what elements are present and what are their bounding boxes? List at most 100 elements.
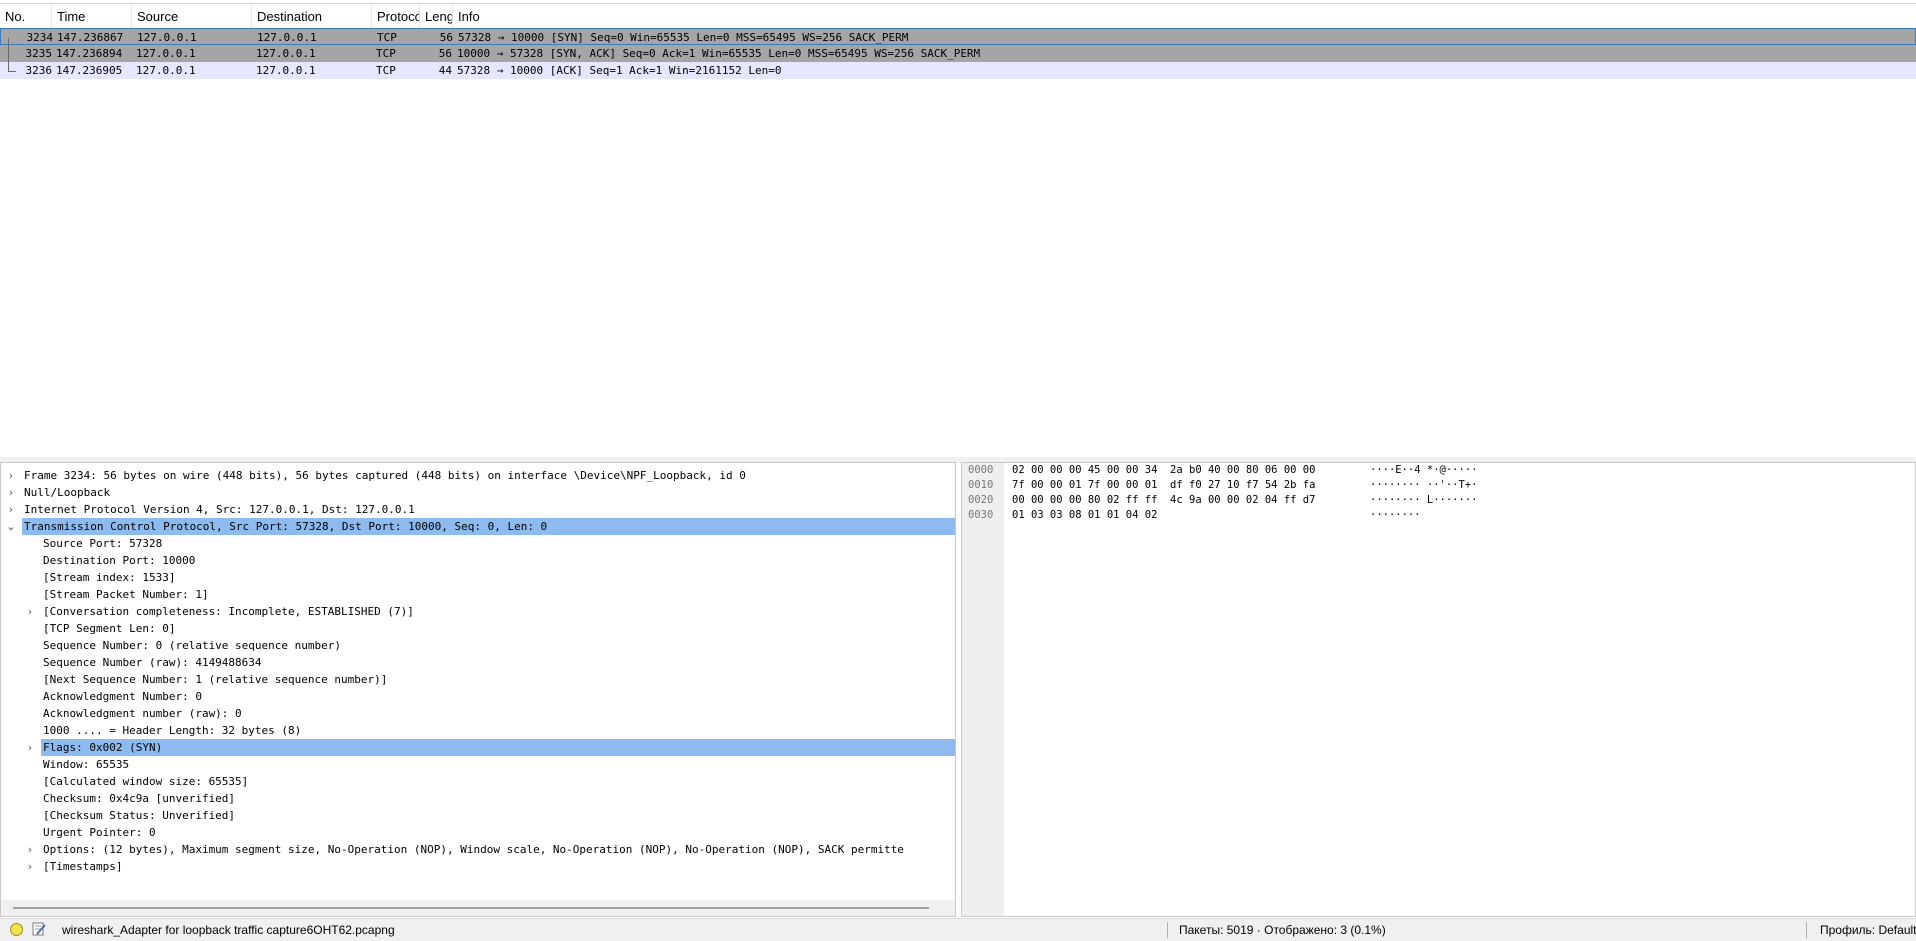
status-capture-file: wireshark_Adapter for loopback traffic c… [62,923,395,937]
detail-tree-item[interactable]: › Frame 3234: 56 bytes on wire (448 bits)… [1,467,955,484]
packet-protocol: TCP [376,64,396,77]
capture-comment-icon[interactable] [32,922,46,937]
packet-details-pane[interactable]: › Frame 3234: 56 bytes on wire (448 bits)… [0,462,956,917]
tree-collapsed-icon[interactable]: › [23,603,37,620]
detail-tree-label: Null/Loopback [24,486,111,499]
detail-tree-item[interactable]: [Stream Packet Number: 1] [1,586,955,603]
packet-length: 56 [438,47,452,60]
packet-length: 44 [438,64,452,77]
detail-tree-label: [Timestamps] [43,860,123,873]
related-packet-indicator [8,38,9,71]
column-header-destination[interactable]: Destination [252,4,372,30]
detail-tree-item[interactable]: Source Port: 57328 [1,535,955,552]
detail-tree-label: [Conversation completeness: Incomplete, … [43,605,414,618]
status-separator [1806,922,1807,938]
packet-time: 147.236867 [57,31,124,44]
bytes-row[interactable]: 0030 01 03 03 08 01 01 04 02 ········ [962,508,1902,523]
detail-tree-label: [Stream Packet Number: 1] [43,588,209,601]
packet-info: 10000 → 57328 [SYN, ACK] Seq=0 Ack=1 Win… [457,47,981,60]
packet-list-header: No. Time Source Destination Protocol Len… [0,3,1916,31]
detail-tree-item[interactable]: [TCP Segment Len: 0] [1,620,955,637]
expert-info-icon[interactable] [10,923,23,936]
bytes-row[interactable]: 0020 00 00 00 00 80 02 ff ff 4c 9a 00 00 … [962,493,1902,508]
detail-tree-item[interactable]: [Stream index: 1533] [1,569,955,586]
tree-collapsed-icon[interactable]: › [4,484,18,501]
detail-tree-label: Sequence Number: 0 (relative sequence nu… [43,639,342,652]
tree-collapsed-icon[interactable]: › [23,739,37,756]
detail-tree-item[interactable]: Urgent Pointer: 0 [1,824,955,841]
detail-tree-label: Flags: 0x002 (SYN) [41,739,955,756]
detail-tree-label: Destination Port: 10000 [43,554,196,567]
detail-tree-item[interactable]: 1000 .... = Header Length: 32 bytes (8) [1,722,955,739]
detail-tree-label: [TCP Segment Len: 0] [43,622,176,635]
tree-collapsed-icon[interactable]: › [4,467,18,484]
packet-row[interactable]: 3236 147.236905 127.0.0.1 127.0.0.1 TCP … [0,62,1916,79]
status-separator [1167,922,1168,938]
packet-list-pane[interactable]: No. Time Source Destination Protocol Len… [0,0,1916,458]
detail-tree-item[interactable]: [Next Sequence Number: 1 (relative seque… [1,671,955,688]
packet-time: 147.236894 [56,47,123,60]
tree-collapsed-icon[interactable]: › [23,858,37,875]
bytes-row[interactable]: 0000 02 00 00 00 45 00 00 34 2a b0 40 00 … [962,463,1902,478]
detail-tree-label: Internet Protocol Version 4, Src: 127.0.… [24,503,415,516]
detail-tree-item[interactable]: › [Conversation completeness: Incomplete,… [1,603,955,620]
detail-tree-item[interactable]: Destination Port: 10000 [1,552,955,569]
detail-tree-label: Options: (12 bytes), Maximum segment siz… [43,843,904,856]
detail-tree-label: Window: 65535 [43,758,130,771]
status-packet-count: Пакеты: 5019 · Отображено: 3 (0.1%) [1179,923,1386,937]
packet-destination: 127.0.0.1 [257,31,317,44]
packet-source: 127.0.0.1 [137,31,197,44]
tree-collapsed-icon[interactable]: › [4,501,18,518]
detail-tree-item[interactable]: › [Timestamps] [1,858,955,875]
bytes-offset: 0010 [968,479,994,491]
detail-tree-item[interactable]: [Checksum Status: Unverified] [1,807,955,824]
tree-expanded-icon[interactable]: ⌄ [4,518,18,535]
packet-no: 3234 [26,31,54,44]
details-horizontal-scrollbar[interactable] [1,900,955,916]
detail-tree-item[interactable]: › Null/Loopback [1,484,955,501]
detail-tree-label: Transmission Control Protocol, Src Port:… [22,518,955,535]
detail-tree-label: Acknowledgment Number: 0 [43,690,202,703]
detail-tree-item[interactable]: Checksum: 0x4c9a [unverified] [1,790,955,807]
detail-tree-item[interactable]: Sequence Number (raw): 4149488634 [1,654,955,671]
detail-tree-item[interactable]: › Internet Protocol Version 4, Src: 127.0… [1,501,955,518]
column-header-source[interactable]: Source [132,4,252,30]
detail-tree-label: Sequence Number (raw): 4149488634 [43,656,262,669]
packet-source: 127.0.0.1 [136,64,196,77]
detail-tree-item[interactable]: [Calculated window size: 65535] [1,773,955,790]
detail-tree-item[interactable]: Sequence Number: 0 (relative sequence nu… [1,637,955,654]
packet-protocol: TCP [377,31,397,44]
bytes-hex: 7f 00 00 01 7f 00 00 01 df f0 27 10 f7 5… [1012,479,1316,491]
detail-tree-item[interactable]: › Options: (12 bytes), Maximum segment si… [1,841,955,858]
bytes-row[interactable]: 0010 7f 00 00 01 7f 00 00 01 df f0 27 10 … [962,478,1902,493]
bytes-offset-gutter [962,463,1004,916]
packet-row[interactable]: 3235 147.236894 127.0.0.1 127.0.0.1 TCP … [0,45,1916,62]
packet-length: 56 [439,31,453,44]
scrollbar-thumb[interactable] [13,907,929,909]
detail-tree-item[interactable]: Window: 65535 [1,756,955,773]
detail-tree-label: Frame 3234: 56 bytes on wire (448 bits),… [24,469,746,482]
detail-tree-label: [Next Sequence Number: 1 (relative seque… [43,673,388,686]
detail-tree-item[interactable]: ⌄ Transmission Control Protocol, Src Port… [1,518,955,535]
detail-tree-item[interactable]: Acknowledgment Number: 0 [1,688,955,705]
bytes-offset: 0030 [968,509,994,521]
detail-tree-label: Checksum: 0x4c9a [unverified] [43,792,236,805]
bytes-hex: 01 03 03 08 01 01 04 02 [1012,509,1158,521]
bytes-hex: 00 00 00 00 80 02 ff ff 4c 9a 00 00 02 0… [1012,494,1316,506]
column-header-protocol[interactable]: Protocol [372,4,420,30]
column-header-length[interactable]: Lengtl [420,4,453,30]
packet-info: 57328 → 10000 [ACK] Seq=1 Ack=1 Win=2161… [457,64,782,77]
detail-tree-label: 1000 .... = Header Length: 32 bytes (8) [43,724,302,737]
detail-tree-label: Acknowledgment number (raw): 0 [43,707,242,720]
status-profile[interactable]: Профиль: Default [1820,919,1916,941]
column-header-info[interactable]: Info [453,4,1916,30]
column-header-no[interactable]: No. [0,4,52,30]
detail-tree-item[interactable]: › Flags: 0x002 (SYN) [1,739,955,756]
packet-row[interactable]: 3234 147.236867 127.0.0.1 127.0.0.1 TCP … [0,28,1916,45]
packet-no: 3236 [25,64,53,77]
detail-tree-item[interactable]: Acknowledgment number (raw): 0 [1,705,955,722]
tree-collapsed-icon[interactable]: › [23,841,37,858]
detail-tree-label: [Calculated window size: 65535] [43,775,249,788]
column-header-time[interactable]: Time [52,4,132,30]
packet-bytes-pane[interactable]: 0000 02 00 00 00 45 00 00 34 2a b0 40 00 … [961,462,1916,917]
